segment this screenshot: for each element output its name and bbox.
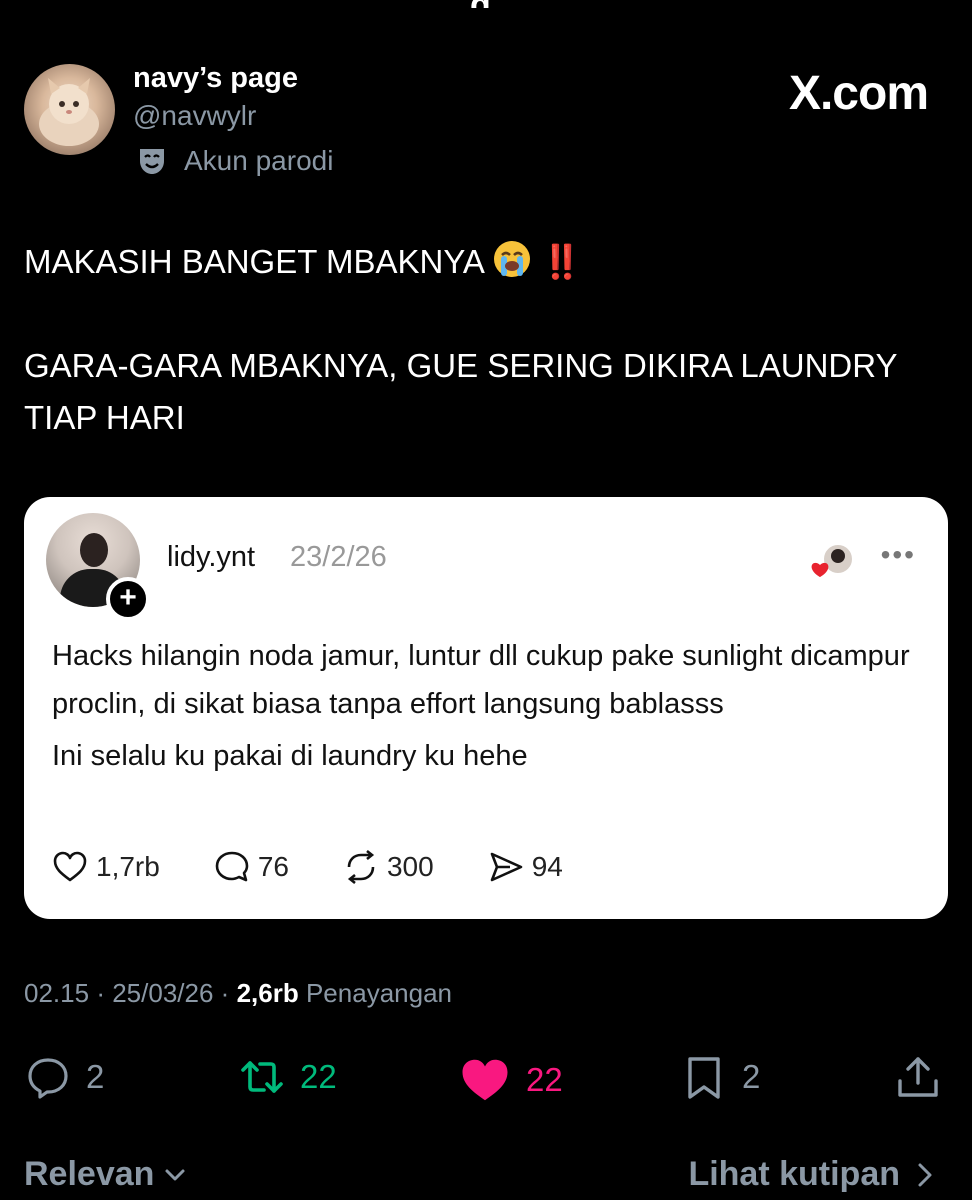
parody-label: Akun parodi — [184, 145, 334, 176]
loudly-crying-face-icon — [494, 241, 531, 277]
heart-filled-icon — [462, 1059, 508, 1101]
reply-bubble-icon — [28, 1058, 68, 1099]
tweet-line-1: MAKASIH BANGET MBAKNYA ‼️ — [24, 236, 924, 288]
chevron-down-icon — [165, 1169, 185, 1180]
heart-outline-icon — [53, 851, 87, 882]
repost-button[interactable]: 22 — [238, 1053, 337, 1101]
cat-avatar-image — [39, 78, 99, 146]
more-options-icon[interactable]: ••• — [881, 539, 916, 571]
send-arrow-icon — [490, 852, 523, 882]
tweet-text: MAKASIH BANGET MBAKNYA ‼️ GARA-GARA MBAK… — [24, 236, 924, 444]
quoted-share-count: 94 — [531, 851, 563, 882]
quoted-post-card[interactable]: + lidy.ynt 23/2/26 ••• Hacks hilangin no… — [24, 497, 948, 919]
parody-badge: Akun parodi — [136, 145, 333, 177]
like-count: 22 — [526, 1061, 563, 1098]
views-label: Penayangan — [305, 978, 452, 1008]
share-button[interactable] — [894, 1053, 942, 1101]
quoted-comment-stat[interactable]: 76 — [212, 847, 289, 887]
quoted-comment-count: 76 — [257, 851, 289, 882]
quoted-date: 23/2/26 — [290, 541, 387, 573]
double-exclamation-icon: ‼️ — [541, 243, 582, 280]
sort-label: Relevan — [24, 1155, 155, 1193]
tweet-line-1-text: MAKASIH BANGET MBAKNYA — [24, 243, 484, 280]
meta-separator-2: · — [220, 978, 230, 1008]
repost-icon — [347, 849, 375, 885]
cut-off-top-text: g — [470, 0, 550, 8]
tweet-line-2: GARA-GARA MBAKNYA, GUE SERING DIKIRA LAU… — [24, 347, 897, 436]
post-meta: 02.15 · 25/03/26 · 2,6rb Penayangan — [24, 978, 452, 1009]
author-avatar[interactable] — [24, 64, 115, 155]
quoted-username[interactable]: lidy.ynt — [167, 541, 255, 574]
quoted-post-stats: 1,7rb 76 300 94 — [50, 847, 615, 887]
chevron-right-icon — [918, 1163, 932, 1186]
author-display-name[interactable]: navy’s page — [133, 62, 298, 95]
quoted-share-stat[interactable]: 94 — [486, 847, 563, 887]
quoted-body-line-1: Hacks hilangin noda jamur, luntur dll cu… — [52, 640, 910, 720]
post-date: 25/03/26 — [112, 978, 214, 1008]
reply-count: 2 — [86, 1058, 105, 1095]
bookmark-count: 2 — [742, 1058, 761, 1095]
follow-plus-icon[interactable]: + — [106, 577, 150, 621]
view-quotes-link[interactable]: Lihat kutipan — [688, 1155, 936, 1194]
view-quotes-label: Lihat kutipan — [688, 1155, 900, 1193]
sort-dropdown[interactable]: Relevan — [24, 1155, 188, 1194]
liked-by-avatar-icon — [811, 543, 854, 577]
bookmark-button[interactable]: 2 — [680, 1053, 760, 1101]
author-handle[interactable]: @navwylr — [133, 100, 256, 132]
quoted-like-count: 1,7rb — [96, 851, 160, 882]
reply-button[interactable]: 2 — [24, 1053, 104, 1101]
views-count[interactable]: 2,6rb — [237, 978, 299, 1008]
like-button[interactable]: 22 — [458, 1053, 563, 1107]
repost-arrows-icon — [241, 1061, 283, 1093]
post-time: 02.15 — [24, 978, 90, 1008]
quoted-repost-stat[interactable]: 300 — [341, 847, 434, 887]
repost-count: 22 — [300, 1058, 337, 1095]
quoted-like-stat[interactable]: 1,7rb — [50, 847, 160, 887]
theater-mask-icon — [140, 149, 164, 174]
meta-separator-1: · — [96, 978, 105, 1008]
bookmark-icon — [688, 1057, 720, 1099]
share-upload-icon — [898, 1057, 938, 1097]
brand-watermark: X.com — [788, 67, 929, 120]
quoted-body-line-2: Ini selalu ku pakai di laundry ku hehe — [52, 740, 528, 772]
quoted-post-body: Hacks hilangin noda jamur, luntur dll cu… — [52, 632, 932, 780]
comment-bubble-icon — [215, 851, 249, 882]
post-action-bar: 2 22 22 2 — [24, 1053, 948, 1105]
quoted-repost-count: 300 — [386, 851, 434, 882]
